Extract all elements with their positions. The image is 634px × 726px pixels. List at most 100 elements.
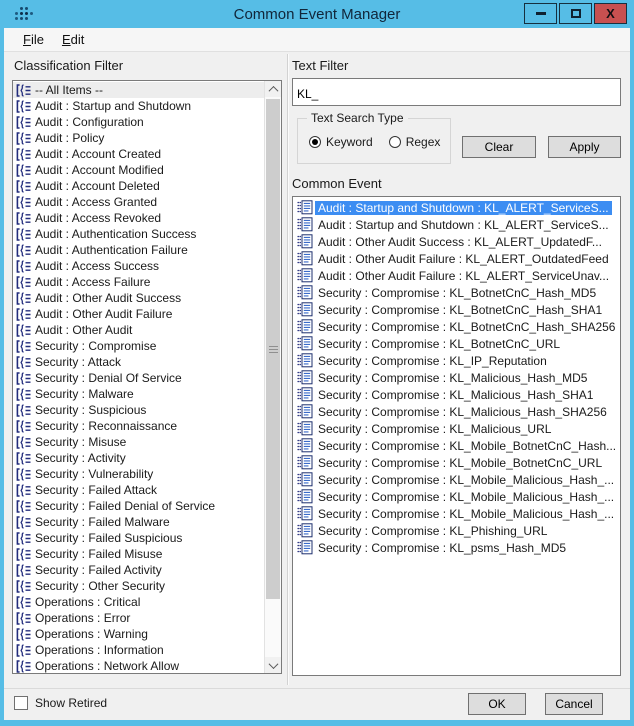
classification-item-label: Operations : Information	[32, 643, 167, 657]
classification-item[interactable]: Audit : Configuration	[13, 114, 264, 130]
classification-item[interactable]: -- All Items --	[13, 82, 264, 98]
common-event-item[interactable]: Security : Compromise : KL_Mobile_Botnet…	[294, 454, 619, 471]
classification-item[interactable]: Operations : Error	[13, 610, 264, 626]
common-event-item-label: Security : Compromise : KL_BotnetCnC_Has…	[315, 286, 599, 300]
common-event-item[interactable]: Security : Compromise : KL_Mobile_Botnet…	[294, 437, 619, 454]
classification-item[interactable]: Security : Failed Malware	[13, 514, 264, 530]
classification-list-icon	[16, 420, 32, 433]
classification-item[interactable]: Audit : Other Audit Success	[13, 290, 264, 306]
classification-item[interactable]: Audit : Account Created	[13, 146, 264, 162]
classification-item[interactable]: Security : Reconnaissance	[13, 418, 264, 434]
common-event-item[interactable]: Security : Compromise : KL_BotnetCnC_URL	[294, 335, 619, 352]
classification-scrollbar[interactable]	[264, 81, 281, 673]
classification-item-label: Security : Failed Denial of Service	[32, 499, 218, 513]
minimize-button[interactable]	[524, 3, 557, 24]
keyword-radio[interactable]: Keyword	[309, 135, 373, 149]
maximize-button[interactable]	[559, 3, 592, 24]
event-document-icon	[297, 387, 313, 402]
classification-item[interactable]: Audit : Access Granted	[13, 194, 264, 210]
classification-list-icon	[16, 452, 32, 465]
classification-item[interactable]: Security : Denial Of Service	[13, 370, 264, 386]
common-event-item[interactable]: Audit : Startup and Shutdown : KL_ALERT_…	[294, 216, 619, 233]
close-button[interactable]: X	[594, 3, 627, 24]
classification-list-icon	[16, 148, 32, 161]
menu-edit[interactable]: Edit	[53, 30, 93, 49]
common-event-item[interactable]: Security : Compromise : KL_psms_Hash_MD5	[294, 539, 619, 556]
common-event-item-label: Security : Compromise : KL_IP_Reputation	[315, 354, 550, 368]
clear-button[interactable]: Clear	[462, 136, 536, 158]
common-event-item[interactable]: Security : Compromise : KL_BotnetCnC_Has…	[294, 318, 619, 335]
classification-item[interactable]: Security : Failed Suspicious	[13, 530, 264, 546]
common-event-item[interactable]: Security : Compromise : KL_Malicious_Has…	[294, 403, 619, 420]
common-event-item-label: Security : Compromise : KL_Phishing_URL	[315, 524, 550, 538]
classification-item[interactable]: Security : Other Security	[13, 578, 264, 594]
text-filter-input[interactable]	[292, 78, 621, 106]
classification-item[interactable]: Audit : Authentication Success	[13, 226, 264, 242]
common-event-item[interactable]: Security : Compromise : KL_Malicious_URL	[294, 420, 619, 437]
regex-radio[interactable]: Regex	[389, 135, 441, 149]
show-retired-checkbox[interactable]: Show Retired	[14, 696, 107, 710]
classification-item[interactable]: Security : Vulnerability	[13, 466, 264, 482]
classification-item[interactable]: Audit : Account Deleted	[13, 178, 264, 194]
common-event-item[interactable]: Security : Compromise : KL_BotnetCnC_Has…	[294, 284, 619, 301]
common-event-item[interactable]: Audit : Other Audit Failure : KL_ALERT_S…	[294, 267, 619, 284]
common-event-item[interactable]: Audit : Other Audit Failure : KL_ALERT_O…	[294, 250, 619, 267]
event-document-icon	[297, 217, 313, 232]
common-event-item[interactable]: Audit : Startup and Shutdown : KL_ALERT_…	[294, 199, 619, 216]
classification-item[interactable]: Audit : Account Modified	[13, 162, 264, 178]
event-document-icon	[297, 285, 313, 300]
classification-item[interactable]: Security : Malware	[13, 386, 264, 402]
common-event-item[interactable]: Security : Compromise : KL_Phishing_URL	[294, 522, 619, 539]
classification-item[interactable]: Security : Attack	[13, 354, 264, 370]
common-event-item[interactable]: Security : Compromise : KL_Mobile_Malici…	[294, 488, 619, 505]
classification-item[interactable]: Security : Compromise	[13, 338, 264, 354]
classification-item[interactable]: Audit : Access Success	[13, 258, 264, 274]
classification-item-label: Operations : Warning	[32, 627, 151, 641]
classification-item[interactable]: Operations : Information	[13, 642, 264, 658]
ok-button[interactable]: OK	[468, 693, 526, 715]
classification-item[interactable]: Operations : Critical	[13, 594, 264, 610]
cancel-button[interactable]: Cancel	[545, 693, 603, 715]
classification-item[interactable]: Operations : Warning	[13, 626, 264, 642]
classification-item[interactable]: Audit : Authentication Failure	[13, 242, 264, 258]
classification-item[interactable]: Audit : Policy	[13, 130, 264, 146]
common-event-item[interactable]: Security : Compromise : KL_BotnetCnC_Has…	[294, 301, 619, 318]
minimize-icon	[536, 12, 546, 15]
classification-item[interactable]: Security : Misuse	[13, 434, 264, 450]
classification-item[interactable]: Security : Failed Misuse	[13, 546, 264, 562]
classification-item[interactable]: Security : Failed Activity	[13, 562, 264, 578]
common-event-item[interactable]: Security : Compromise : KL_Malicious_Has…	[294, 386, 619, 403]
classification-item[interactable]: Security : Failed Denial of Service	[13, 498, 264, 514]
common-event-item[interactable]: Security : Compromise : KL_Mobile_Malici…	[294, 471, 619, 488]
scrollbar-thumb[interactable]	[266, 99, 280, 599]
classification-item[interactable]: Operations : Network Allow	[13, 658, 264, 674]
scroll-down-button[interactable]	[265, 657, 281, 673]
apply-button[interactable]: Apply	[548, 136, 621, 158]
common-event-item-label: Security : Compromise : KL_Mobile_Malici…	[315, 507, 617, 521]
chevron-down-icon	[268, 659, 278, 669]
common-event-item[interactable]: Security : Compromise : KL_IP_Reputation	[294, 352, 619, 369]
classification-item-label: Audit : Other Audit Failure	[32, 307, 175, 321]
classification-list-icon	[16, 276, 32, 289]
common-event-item-label: Security : Compromise : KL_Mobile_Malici…	[315, 473, 617, 487]
classification-list-icon	[16, 164, 32, 177]
classification-item-label: Security : Failed Misuse	[32, 547, 165, 561]
common-event-item[interactable]: Security : Compromise : KL_Mobile_Malici…	[294, 505, 619, 522]
common-event-item[interactable]: Security : Compromise : KL_Malicious_Has…	[294, 369, 619, 386]
classification-item[interactable]: Audit : Other Audit Failure	[13, 306, 264, 322]
menu-file[interactable]: File	[14, 30, 53, 49]
common-event-item[interactable]: Audit : Other Audit Success : KL_ALERT_U…	[294, 233, 619, 250]
classification-list-icon	[16, 260, 32, 273]
classification-item[interactable]: Security : Suspicious	[13, 402, 264, 418]
classification-item-label: Audit : Account Deleted	[32, 179, 163, 193]
classification-item-label: Operations : Error	[32, 611, 133, 625]
classification-item[interactable]: Security : Activity	[13, 450, 264, 466]
classification-filter-label: Classification Filter	[14, 58, 123, 73]
classification-item[interactable]: Audit : Other Audit	[13, 322, 264, 338]
classification-item[interactable]: Audit : Startup and Shutdown	[13, 98, 264, 114]
scroll-up-button[interactable]	[265, 81, 281, 97]
classification-item[interactable]: Audit : Access Revoked	[13, 210, 264, 226]
classification-item[interactable]: Audit : Access Failure	[13, 274, 264, 290]
classification-list-icon	[16, 180, 32, 193]
classification-item[interactable]: Security : Failed Attack	[13, 482, 264, 498]
